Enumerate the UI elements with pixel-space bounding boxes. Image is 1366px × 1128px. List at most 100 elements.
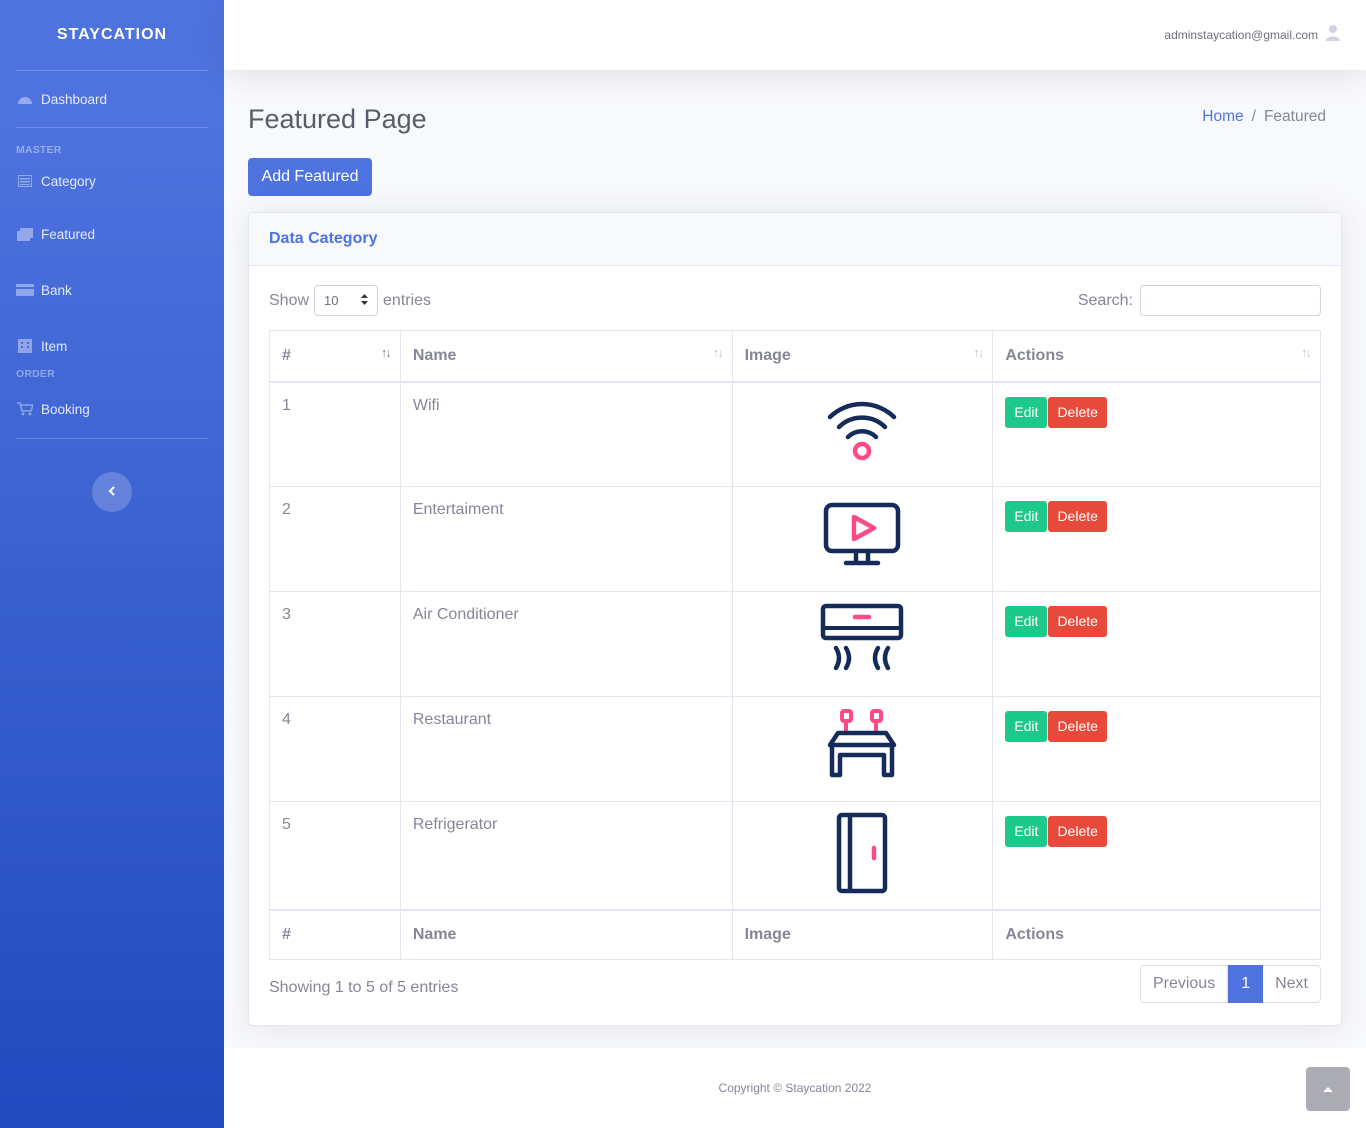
sort-icon: ↑↓ — [973, 345, 984, 360]
wifi-icon — [826, 401, 898, 469]
sidebar-heading-order: ORDER — [16, 368, 55, 380]
breadcrumb-current: Featured — [1263, 108, 1326, 125]
user-dropdown[interactable]: adminstaycation@gmail.com — [1164, 25, 1340, 44]
sidebar-item-label: Category — [41, 173, 96, 189]
delete-button[interactable]: Delete — [1048, 711, 1107, 742]
search-label: Search: — [1077, 291, 1133, 309]
user-icon — [1326, 25, 1340, 44]
search-control: Search: — [1078, 285, 1321, 316]
row-actions: Edit Delete — [992, 801, 1321, 911]
column-header-label: Name — [412, 346, 457, 364]
hotel-icon — [16, 339, 34, 353]
breadcrumb: Home / Featured — [1202, 108, 1326, 126]
search-input[interactable] — [1140, 285, 1321, 316]
data-card: Data Category Show 10 entries Search: # ↑… — [248, 212, 1342, 1026]
column-header-label: Image — [744, 346, 791, 364]
data-table: # ↑↓ Name ↑↓ Image ↑↓ Actions ↑↓ 1 Wifi — [269, 330, 1321, 960]
page-1-button[interactable]: 1 — [1228, 965, 1264, 1003]
column-header-label: Actions — [1005, 346, 1064, 364]
images-icon — [16, 227, 34, 241]
column-footer-actions: Actions — [992, 909, 1321, 960]
list-icon — [16, 174, 34, 188]
scroll-to-top-button[interactable] — [1306, 1067, 1350, 1111]
sidebar-item-booking[interactable]: Booking — [0, 380, 224, 438]
column-footer-name: Name — [399, 909, 733, 960]
edit-button[interactable]: Edit — [1005, 711, 1048, 742]
row-actions: Edit Delete — [992, 381, 1321, 487]
refrigerator-icon — [834, 812, 890, 898]
row-name: Restaurant — [399, 696, 733, 802]
column-header-label: # — [282, 346, 291, 364]
card-title: Data Category — [249, 213, 1341, 266]
page-length-value: 10 — [324, 293, 339, 308]
column-header-name[interactable]: Name ↑↓ — [399, 330, 733, 383]
show-label: Show — [269, 291, 310, 309]
air-conditioner-icon — [820, 603, 904, 678]
column-header-image[interactable]: Image ↑↓ — [731, 330, 994, 383]
delete-button[interactable]: Delete — [1048, 396, 1107, 428]
credit-card-icon — [16, 283, 34, 297]
user-email: adminstaycation@gmail.com — [1164, 27, 1318, 42]
brand-logo[interactable]: STAYCATION — [0, 0, 224, 70]
sidebar-item-featured[interactable]: Featured — [0, 206, 224, 262]
sidebar-item-bank[interactable]: Bank — [0, 262, 224, 318]
table-row: 1 Wifi Edit Delete — [269, 381, 1321, 487]
column-footer-image: Image — [731, 909, 994, 960]
sidebar-item-label: Dashboard — [41, 91, 108, 107]
table-info: Showing 1 to 5 of 5 entries — [269, 979, 459, 996]
row-name: Wifi — [399, 381, 733, 487]
table-row: 4 Restaurant Edit Delete — [269, 696, 1321, 802]
column-header-actions[interactable]: Actions ↑↓ — [992, 330, 1321, 383]
row-number: 2 — [269, 486, 401, 592]
chevron-left-icon — [108, 483, 116, 501]
row-name: Entertaiment — [399, 486, 733, 592]
add-featured-button[interactable]: Add Featured — [248, 158, 372, 196]
breadcrumb-home-link[interactable]: Home — [1202, 108, 1243, 126]
sort-updown-icon — [361, 293, 369, 308]
sidebar-item-label: Bank — [41, 282, 72, 298]
shopping-cart-icon — [16, 402, 34, 416]
sidebar-toggle-button[interactable] — [92, 472, 132, 512]
copyright-text: Copyright © Staycation 2022 — [718, 1081, 872, 1095]
column-footer-number: # — [269, 909, 401, 960]
sidebar-item-category[interactable]: Category — [0, 156, 224, 206]
column-header-number[interactable]: # ↑↓ — [269, 330, 401, 383]
sidebar-item-item[interactable]: Item — [0, 318, 224, 374]
topbar: adminstaycation@gmail.com — [224, 0, 1366, 70]
sidebar-divider — [16, 438, 208, 439]
tv-icon — [822, 502, 902, 573]
delete-button[interactable]: Delete — [1048, 816, 1107, 847]
table-row: 5 Refrigerator Edit Delete — [269, 801, 1321, 911]
page-length-select[interactable]: 10 — [314, 285, 379, 316]
edit-button[interactable]: Edit — [1005, 816, 1048, 847]
edit-button[interactable]: Edit — [1005, 396, 1048, 428]
row-name: Refrigerator — [399, 801, 733, 911]
row-image — [731, 486, 994, 592]
row-image — [731, 696, 994, 802]
sidebar: STAYCATION Dashboard MASTER Category Fea… — [0, 0, 224, 1128]
edit-button[interactable]: Edit — [1005, 501, 1048, 532]
page-title: Featured Page — [248, 104, 427, 134]
table-row: 2 Entertaiment Edit Delete — [269, 486, 1321, 592]
next-page-button[interactable]: Next — [1263, 965, 1321, 1003]
sidebar-item-dashboard[interactable]: Dashboard — [0, 71, 224, 127]
sidebar-item-label: Booking — [41, 401, 90, 417]
breadcrumb-separator: / — [1251, 108, 1256, 125]
delete-button[interactable]: Delete — [1048, 606, 1107, 637]
chevron-up-icon — [1323, 1080, 1333, 1098]
row-number: 1 — [269, 381, 401, 487]
row-image — [731, 381, 994, 487]
sort-icon: ↑↓ — [1301, 345, 1312, 360]
row-image — [731, 591, 994, 697]
sort-icon: ↑↓ — [712, 345, 724, 360]
row-actions: Edit Delete — [992, 591, 1321, 697]
footer: Copyright © Staycation 2022 — [224, 1048, 1366, 1128]
restaurant-table-icon — [824, 709, 900, 785]
row-number: 4 — [269, 696, 401, 802]
row-number: 5 — [269, 801, 401, 911]
sidebar-item-label: Item — [41, 338, 68, 354]
row-name: Air Conditioner — [399, 591, 733, 697]
previous-page-button[interactable]: Previous — [1139, 965, 1229, 1003]
edit-button[interactable]: Edit — [1005, 606, 1048, 637]
delete-button[interactable]: Delete — [1048, 501, 1107, 532]
